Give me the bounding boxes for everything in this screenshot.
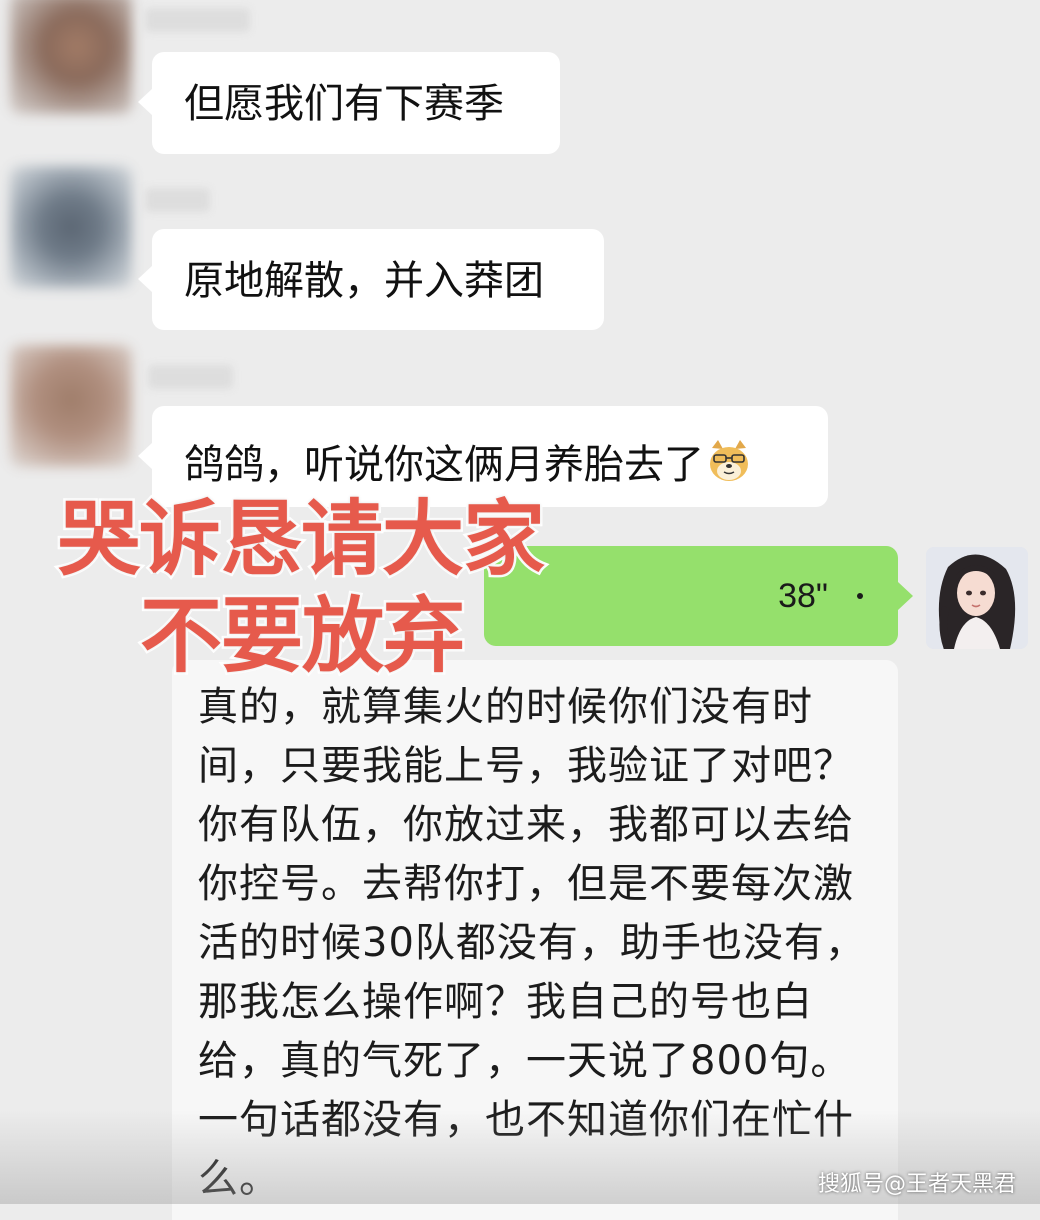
nickname-blurred (145, 8, 250, 32)
overlay-caption: 哭诉恳请大家 (55, 492, 547, 587)
voice-wave-icon (857, 593, 863, 599)
voice-duration: 38" (778, 577, 828, 615)
voice-message-bubble[interactable]: 38" (484, 546, 913, 646)
message-text: 但愿我们有下赛季 (184, 81, 504, 127)
message-bubble[interactable]: 但愿我们有下赛季 (138, 52, 560, 154)
message-text: 鸽鸽，听说你这俩月养胎去了 (184, 442, 704, 488)
anime-girl-avatar-image (926, 547, 1028, 649)
self-avatar[interactable] (926, 547, 1028, 649)
chat-window: 但愿我们有下赛季 原地解散，并入莽团 鸽鸽，听说你这俩月养胎去了 38" 真的，… (0, 0, 1040, 1220)
overlay-caption: 不要放弃 (137, 589, 467, 684)
message-bubble[interactable]: 原地解散，并入莽团 (138, 229, 604, 330)
nickname-blurred (148, 365, 233, 389)
nickname-blurred (145, 188, 210, 212)
watermark: 搜狐号@王者天黑君 (817, 1172, 1016, 1197)
avatar[interactable] (10, 345, 132, 467)
avatar[interactable] (10, 166, 132, 288)
message-text: 原地解散，并入莽团 (184, 258, 544, 304)
doge-emoji-icon (706, 438, 752, 484)
avatar[interactable] (10, 0, 132, 114)
